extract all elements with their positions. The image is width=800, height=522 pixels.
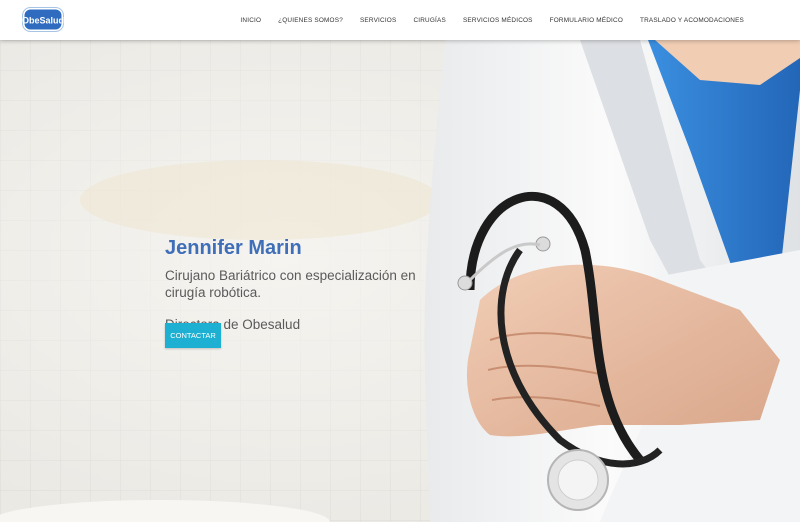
nav-quienes-somos[interactable]: ¿QUIENES SOMOS? [278, 17, 343, 24]
nav-formulario-medico[interactable]: FORMULARIO MÉDICO [550, 17, 623, 24]
hero-text: Jennifer Marin Cirujano Bariátrico con e… [165, 236, 445, 333]
logo-text: ObeSalud [22, 16, 64, 26]
nav-servicios-medicos[interactable]: SERVICIOS MÉDICOS [463, 17, 533, 24]
main-nav: INICIO ¿QUIENES SOMOS? SERVICIOS CIRUGÍA… [240, 0, 800, 40]
nav-traslado-acomodaciones[interactable]: TRASLADO Y ACOMODACIONES [640, 17, 744, 24]
hero-section: Jennifer Marin Cirujano Bariátrico con e… [0, 40, 800, 522]
contact-button[interactable]: CONTACTAR [165, 323, 221, 348]
obesalud-logo[interactable]: ObeSalud [22, 7, 64, 32]
nav-inicio[interactable]: INICIO [240, 17, 261, 24]
top-navbar: ObeSalud INICIO ¿QUIENES SOMOS? SERVICIO… [0, 0, 800, 40]
doctor-name: Jennifer Marin [165, 237, 302, 259]
doctor-specialty: Cirujano Bariátrico con especialización … [165, 268, 416, 300]
nav-servicios[interactable]: SERVICIOS [360, 17, 397, 24]
nav-cirugias[interactable]: CIRUGÍAS [413, 17, 446, 24]
